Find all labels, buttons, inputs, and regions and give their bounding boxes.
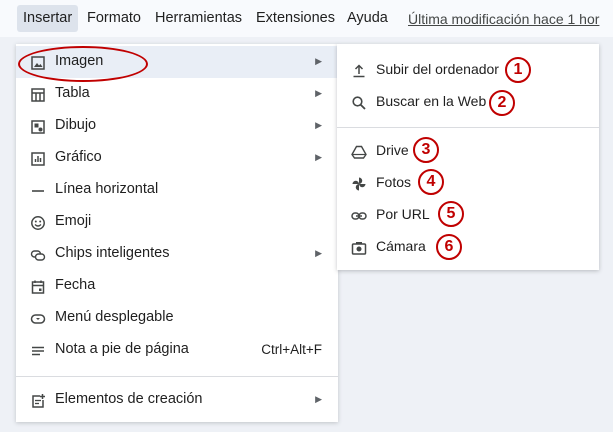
- menu-item-elementos-creacion[interactable]: Elementos de creación ▶: [16, 384, 338, 416]
- menu-item-label: Tabla: [55, 85, 90, 101]
- submenu-item-camara[interactable]: Cámara: [337, 231, 599, 263]
- annotation-badge-1: 1: [505, 57, 531, 83]
- submenu-arrow-icon: ▶: [315, 88, 322, 98]
- footnote-icon: [30, 343, 46, 359]
- annotation-badge-5: 5: [438, 201, 464, 227]
- drawing-icon: [30, 119, 46, 135]
- menu-item-chips-inteligentes[interactable]: Chips inteligentes ▶: [16, 238, 338, 270]
- menu-item-label: Gráfico: [55, 149, 102, 165]
- smart-chips-icon: [30, 247, 46, 263]
- menu-item-label: Menú desplegable: [55, 309, 174, 325]
- menu-item-label: Chips inteligentes: [55, 245, 170, 261]
- menu-item-emoji[interactable]: Emoji: [16, 206, 338, 238]
- menubar: Insertar Formato Herramientas Extensione…: [0, 0, 613, 37]
- menu-item-menu-desplegable[interactable]: Menú desplegable: [16, 302, 338, 334]
- menu-item-label: Fecha: [55, 277, 96, 293]
- divider: [16, 376, 338, 377]
- menu-item-tabla[interactable]: Tabla ▶: [16, 78, 338, 110]
- annotation-badge-4: 4: [418, 169, 444, 195]
- shortcut-label: Ctrl+Alt+F: [261, 342, 322, 357]
- submenu-item-por-url[interactable]: Por URL: [337, 199, 599, 231]
- camera-icon: [351, 240, 367, 256]
- building-blocks-icon: [30, 393, 46, 409]
- menu-insertar[interactable]: Insertar: [17, 5, 79, 32]
- menu-item-grafico[interactable]: Gráfico ▶: [16, 142, 338, 174]
- submenu-item-label: Por URL: [376, 206, 430, 222]
- menu-item-linea-horizontal[interactable]: Línea horizontal: [16, 174, 338, 206]
- submenu-item-label: Buscar en la Web: [376, 93, 487, 109]
- calendar-icon: [30, 279, 46, 295]
- image-submenu: Subir del ordenador Buscar en la Web Dri…: [337, 44, 599, 270]
- annotation-ellipse: [18, 46, 148, 82]
- chart-icon: [30, 151, 46, 167]
- search-icon: [351, 95, 367, 111]
- submenu-arrow-icon: ▶: [315, 394, 322, 404]
- submenu-arrow-icon: ▶: [315, 248, 322, 258]
- annotation-badge-2: 2: [489, 90, 515, 116]
- submenu-arrow-icon: ▶: [315, 120, 322, 130]
- submenu-item-label: Cámara: [376, 238, 426, 254]
- submenu-item-label: Subir del ordenador: [376, 61, 499, 77]
- menu-ayuda[interactable]: Ayuda: [347, 10, 388, 26]
- menu-extensiones[interactable]: Extensiones: [256, 10, 335, 26]
- dropdown-icon: [30, 311, 46, 327]
- submenu-item-buscar-web[interactable]: Buscar en la Web: [337, 86, 599, 118]
- menu-item-label: Nota a pie de página: [55, 341, 189, 357]
- menu-item-nota-pie[interactable]: Nota a pie de página Ctrl+Alt+F: [16, 334, 338, 366]
- menu-item-dibujo[interactable]: Dibujo ▶: [16, 110, 338, 142]
- menu-herramientas[interactable]: Herramientas: [155, 10, 242, 26]
- upload-icon: [351, 63, 367, 79]
- submenu-item-subir-ordenador[interactable]: Subir del ordenador: [337, 54, 599, 86]
- submenu-arrow-icon: ▶: [315, 152, 322, 162]
- divider: [337, 127, 599, 128]
- menu-formato[interactable]: Formato: [87, 10, 141, 26]
- menu-item-label: Emoji: [55, 213, 92, 229]
- annotation-badge-6: 6: [436, 234, 462, 260]
- insert-menu: Imagen ▶ Tabla ▶ Dibujo ▶ Gráfico ▶ Líne…: [16, 44, 338, 422]
- drive-icon: [351, 144, 367, 160]
- submenu-item-label: Drive: [376, 142, 409, 158]
- annotation-badge-3: 3: [413, 137, 439, 163]
- horizontal-line-icon: [30, 183, 46, 199]
- submenu-arrow-icon: ▶: [315, 56, 322, 66]
- table-icon: [30, 87, 46, 103]
- menu-item-label: Dibujo: [55, 117, 97, 133]
- last-modified-link[interactable]: Última modificación hace 1 hor: [408, 11, 599, 27]
- emoji-icon: [30, 215, 46, 231]
- photos-pinwheel-icon: [351, 176, 367, 192]
- menu-item-label: Elementos de creación: [55, 391, 203, 407]
- submenu-item-fotos[interactable]: Fotos: [337, 167, 599, 199]
- menu-item-fecha[interactable]: Fecha: [16, 270, 338, 302]
- link-icon: [351, 208, 367, 224]
- submenu-item-drive[interactable]: Drive: [337, 135, 599, 167]
- menu-item-label: Línea horizontal: [55, 181, 159, 197]
- submenu-item-label: Fotos: [376, 174, 412, 190]
